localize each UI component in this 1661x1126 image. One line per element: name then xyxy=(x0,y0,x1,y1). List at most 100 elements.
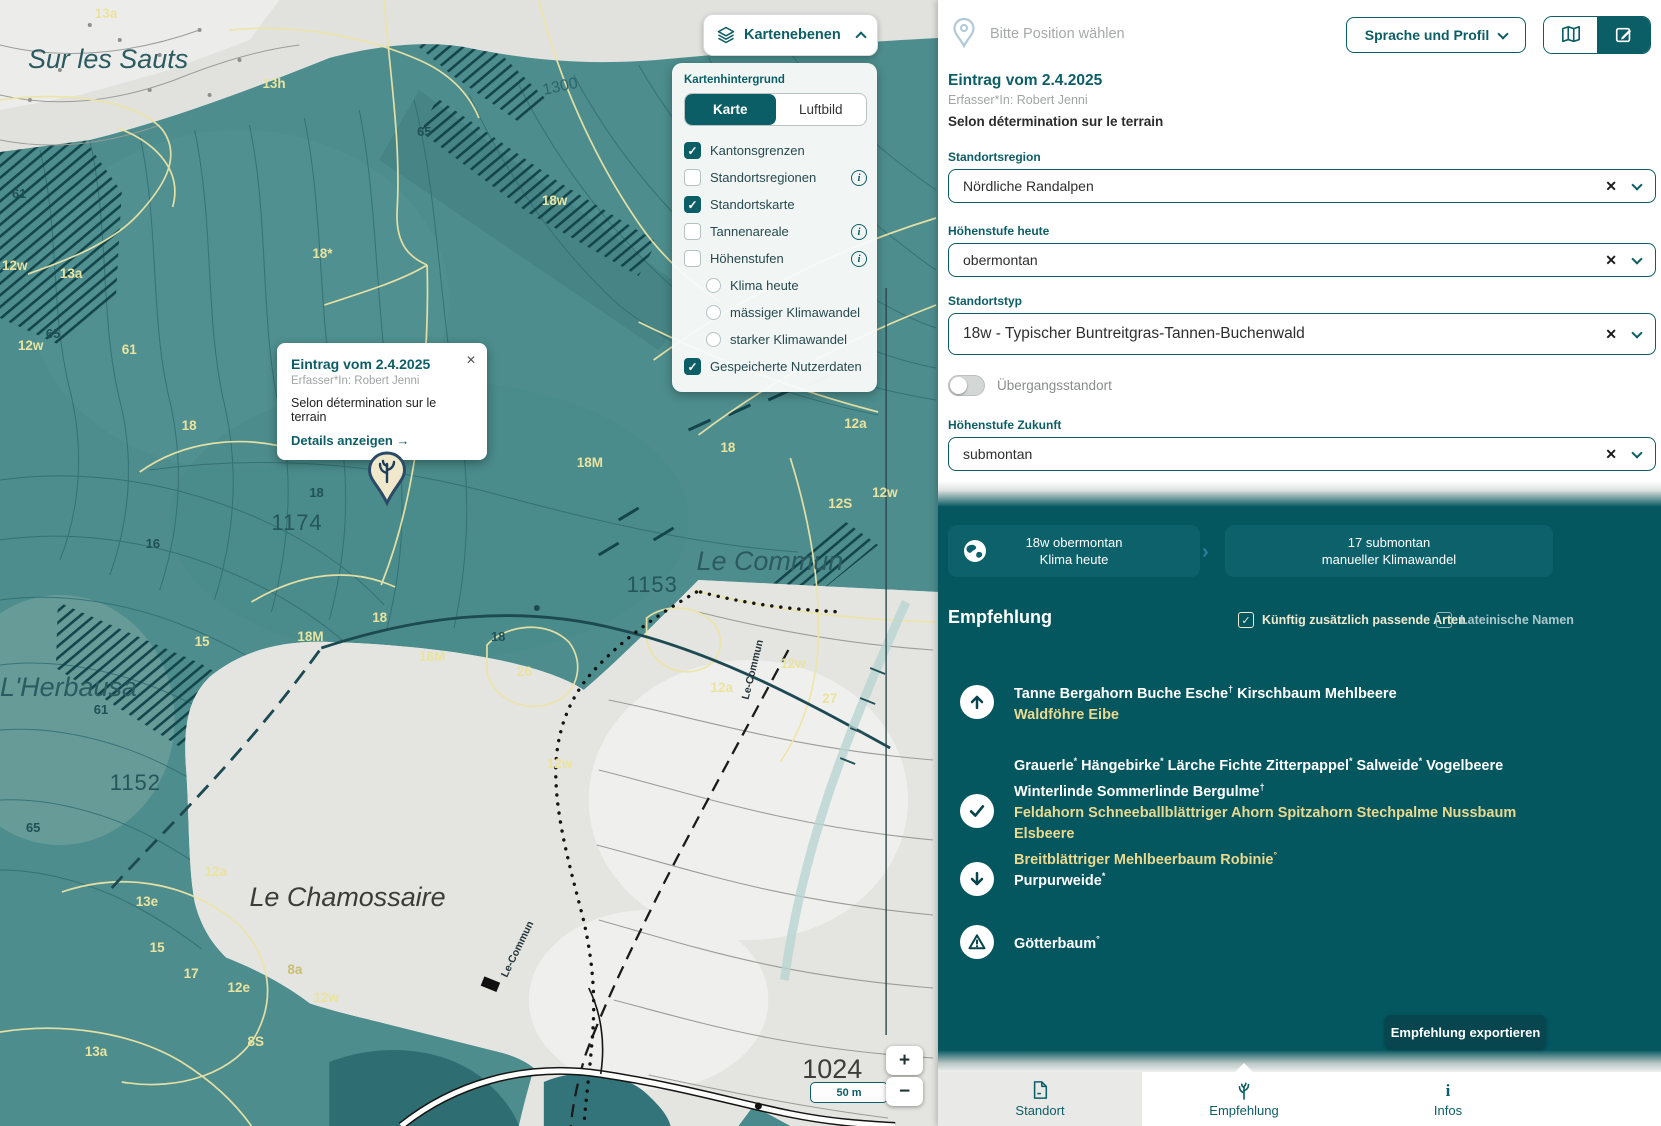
background-option-luftbild[interactable]: Luftbild xyxy=(776,94,867,125)
zoom-in-button[interactable]: + xyxy=(886,1046,923,1075)
layer-label: Standortsregionen xyxy=(710,170,816,185)
field-standortsregion: Standortsregion Nördliche Randalpen ✕ xyxy=(948,150,1656,203)
layer-checkbox-list: ✓ Kantonsgrenzen Standortsregionen i ✓ S… xyxy=(684,137,867,380)
map-label: 12w xyxy=(2,258,28,273)
info-icon[interactable]: i xyxy=(851,251,867,267)
chevron-down-icon[interactable] xyxy=(1631,327,1642,338)
checkbox-checked-icon[interactable]: ✓ xyxy=(684,358,701,375)
info-icon[interactable]: i xyxy=(851,224,867,240)
standortstyp-select[interactable]: 18w - Typischer Buntreitgras-Tannen-Buch… xyxy=(948,313,1656,355)
layer-row[interactable]: Höhenstufen i xyxy=(684,245,867,272)
map-label: 12S xyxy=(828,496,852,511)
map-view-button[interactable] xyxy=(1544,17,1597,53)
checkbox-checked-icon[interactable]: ✓ xyxy=(684,196,701,213)
scenario-future-line2: manueller Klimawandel xyxy=(1322,551,1456,568)
map-entry-popup: Eintrag vom 2.4.2025 Erfasser*In: Robert… xyxy=(277,343,487,460)
background-segmented-control: Karte Luftbild xyxy=(684,93,867,126)
map-label: 18 xyxy=(372,610,387,625)
hoehenstufe-heute-select[interactable]: obermontan ✕ xyxy=(948,243,1656,277)
tab-standort[interactable]: Standort xyxy=(938,1072,1142,1126)
zoom-out-button[interactable]: − xyxy=(886,1077,923,1106)
layer-row[interactable]: ✓ Gespeicherte Nutzerdaten xyxy=(684,353,867,380)
standortsregion-select[interactable]: Nördliche Randalpen ✕ xyxy=(948,169,1656,203)
map-label: 65 xyxy=(26,820,40,835)
map-label: 13h xyxy=(262,76,285,91)
entry-title: Eintrag vom 2.4.2025 xyxy=(948,72,1102,90)
checkbox-unchecked-icon[interactable] xyxy=(684,169,701,186)
uebergangsstandort-toggle-row: Übergangsstandort xyxy=(948,375,1112,396)
side-panel: Bitte Position wählen Sprache und Profil… xyxy=(938,0,1661,1126)
layer-row[interactable]: ✓ Standortskarte xyxy=(684,191,867,218)
map-label: 8S xyxy=(247,1034,263,1049)
field-value: 18w - Typischer Buntreitgras-Tannen-Buch… xyxy=(963,325,1605,343)
tree-icon xyxy=(1235,1080,1253,1100)
scenario-current-card: 18w obermontan Klima heute xyxy=(948,525,1200,577)
map-label: 13a xyxy=(60,266,83,281)
map-marker-pin[interactable] xyxy=(367,451,407,514)
chevron-down-icon[interactable] xyxy=(1631,447,1642,458)
view-mode-toggle xyxy=(1543,16,1651,54)
scenario-future-card: 17 submontan manueller Klimawandel xyxy=(1225,525,1553,577)
language-profile-button[interactable]: Sprache und Profil xyxy=(1346,17,1526,53)
layer-label: Höhenstufen xyxy=(710,251,784,266)
map-label: 1174 xyxy=(271,510,322,535)
map-label: 27 xyxy=(822,691,837,706)
climate-radio-row[interactable]: mässiger Klimawandel xyxy=(684,299,867,326)
tab-label: Standort xyxy=(1015,1103,1064,1118)
climate-radio-row[interactable]: Klima heute xyxy=(684,272,867,299)
popup-details-link[interactable]: Details anzeigen → xyxy=(291,433,473,448)
field-value: obermontan xyxy=(963,252,1605,268)
radio-icon[interactable] xyxy=(706,278,721,293)
map-canvas[interactable]: 13aSur les Sauts13h1300656118w18*12w13a6… xyxy=(0,0,938,1126)
tab-label: Infos xyxy=(1434,1103,1462,1118)
field-label: Höhenstufe Zukunft xyxy=(948,418,1656,432)
edit-view-button[interactable] xyxy=(1597,17,1650,53)
arrow-up-icon xyxy=(960,685,994,719)
radio-label: mässiger Klimawandel xyxy=(730,305,860,320)
background-option-karte[interactable]: Karte xyxy=(685,94,776,125)
chevron-down-icon[interactable] xyxy=(1631,253,1642,264)
popup-close-icon[interactable]: ✕ xyxy=(466,353,476,367)
layer-row[interactable]: Standortsregionen i xyxy=(684,164,867,191)
filter-latin-names[interactable]: Lateinische Namen xyxy=(1436,612,1574,628)
info-icon[interactable]: i xyxy=(851,170,867,186)
document-icon xyxy=(1031,1080,1049,1100)
checkbox-checked-icon[interactable]: ✓ xyxy=(1238,612,1254,628)
layer-row[interactable]: Tannenareale i xyxy=(684,218,867,245)
language-profile-label: Sprache und Profil xyxy=(1365,27,1489,43)
map-label: 18 xyxy=(720,440,735,455)
globe-icon xyxy=(962,538,988,568)
checkbox-unchecked-icon[interactable] xyxy=(684,250,701,267)
popup-author: Erfasser*In: Robert Jenni xyxy=(291,375,473,387)
map-layers-button[interactable]: Kartenebenen xyxy=(703,14,878,56)
tab-infos[interactable]: i Infos xyxy=(1346,1072,1550,1126)
climate-radio-row[interactable]: starker Klimawandel xyxy=(684,326,867,353)
layer-row[interactable]: ✓ Kantonsgrenzen xyxy=(684,137,867,164)
hoehenstufe-zukunft-select[interactable]: submontan ✕ xyxy=(948,437,1656,471)
species-row: Purpurweide* xyxy=(960,862,1105,896)
clear-icon[interactable]: ✕ xyxy=(1605,252,1617,269)
map-scale-bar: 50 m xyxy=(810,1082,888,1103)
clear-icon[interactable]: ✕ xyxy=(1605,446,1617,463)
layer-label: Tannenareale xyxy=(710,224,789,239)
chevron-down-icon[interactable] xyxy=(1631,179,1642,190)
toggle-label: Übergangsstandort xyxy=(997,378,1112,393)
checkbox-unchecked-icon[interactable] xyxy=(684,223,701,240)
checkbox-checked-icon[interactable]: ✓ xyxy=(684,142,701,159)
clear-icon[interactable]: ✕ xyxy=(1605,178,1617,195)
export-recommendation-button[interactable]: Empfehlung exportieren xyxy=(1385,1015,1546,1049)
map-label: 13e xyxy=(136,894,159,909)
map-label: 12w xyxy=(18,338,44,353)
map-label: 12a xyxy=(844,416,867,431)
species-text: Götterbaum° xyxy=(1014,929,1100,955)
checkbox-unchecked-icon[interactable] xyxy=(1436,612,1452,628)
map-label: 18 xyxy=(309,485,323,500)
tab-empfehlung[interactable]: Empfehlung xyxy=(1142,1072,1346,1126)
map-label: 12a xyxy=(205,864,228,879)
radio-icon[interactable] xyxy=(706,305,721,320)
field-hoehenstufe-zukunft: Höhenstufe Zukunft submontan ✕ xyxy=(948,418,1656,471)
clear-icon[interactable]: ✕ xyxy=(1605,326,1617,343)
uebergangsstandort-toggle[interactable] xyxy=(948,375,985,396)
radio-icon[interactable] xyxy=(706,332,721,347)
filter-future-species[interactable]: ✓ Künftig zusätzlich passende Arten xyxy=(1238,612,1466,628)
